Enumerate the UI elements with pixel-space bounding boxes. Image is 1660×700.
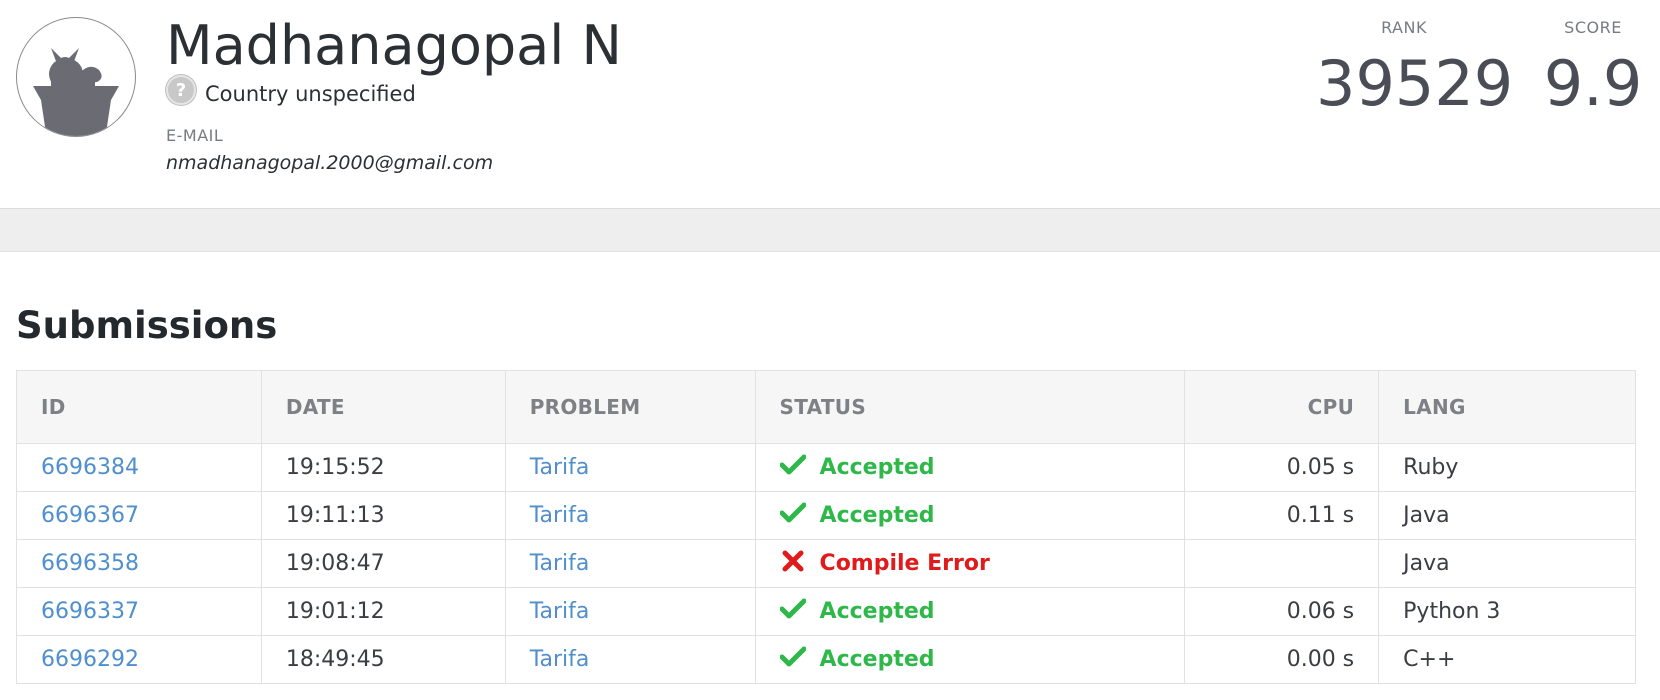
submission-lang: C++ [1378, 635, 1636, 684]
country: ? Country unspecified [166, 75, 416, 110]
submission-status-cell: Accepted [755, 635, 1186, 684]
avatar [16, 17, 136, 137]
submission-id-link[interactable]: 6696384 [41, 455, 139, 480]
submission-id-link[interactable]: 6696337 [41, 599, 139, 624]
avatar-silhouette-icon [33, 48, 119, 136]
status-badge: Compile Error [780, 550, 1161, 577]
submission-problem-cell: Tarifa [505, 635, 756, 684]
submission-lang: Java [1378, 539, 1636, 588]
column-header-problem[interactable]: PROBLEM [505, 370, 756, 444]
submission-lang: Python 3 [1378, 587, 1636, 636]
submission-problem-cell: Tarifa [505, 491, 756, 540]
separator-band [0, 209, 1660, 252]
submission-cpu [1184, 539, 1380, 588]
table-header-row: ID DATE PROBLEM STATUS CPU LANG [16, 370, 1636, 444]
submission-id-cell: 6696292 [16, 635, 262, 684]
submission-status-cell: Accepted [755, 443, 1186, 492]
submission-lang: Ruby [1378, 443, 1636, 492]
check-icon [779, 454, 807, 481]
rank-value: 39529 [1316, 47, 1514, 120]
check-icon [779, 646, 807, 673]
submission-cpu: 0.05 s [1184, 443, 1380, 492]
email-value: nmadhanagopal.2000@gmail.com [166, 152, 494, 174]
column-header-status[interactable]: STATUS [755, 370, 1186, 444]
problem-link[interactable]: Tarifa [530, 455, 590, 480]
score-stat: SCORE 9.9 [1540, 18, 1646, 119]
submission-status-cell: Accepted [755, 491, 1186, 540]
question-mark-icon: ? [166, 75, 196, 105]
profile-header: Madhanagopal N ? Country unspecified E-M… [0, 0, 1660, 209]
problem-link[interactable]: Tarifa [530, 599, 590, 624]
column-header-cpu[interactable]: CPU [1184, 370, 1380, 444]
status-badge: Accepted [779, 646, 1161, 673]
column-header-id[interactable]: ID [16, 370, 262, 444]
column-header-lang[interactable]: LANG [1378, 370, 1636, 444]
submission-id-link[interactable]: 6696367 [41, 503, 139, 528]
submissions-table: ID DATE PROBLEM STATUS CPU LANG 6696384 1… [16, 370, 1636, 684]
submission-date: 18:49:45 [261, 635, 506, 684]
submission-problem-cell: Tarifa [505, 443, 756, 492]
status-badge: Accepted [779, 454, 1161, 481]
score-label: SCORE [1564, 18, 1622, 37]
table-row: 6696384 19:15:52 Tarifa Accepted 0.05 s Ruby [16, 443, 1636, 492]
submissions-title: Submissions [16, 304, 278, 347]
score-value: 9.9 [1543, 47, 1643, 120]
submission-id-cell: 6696337 [16, 587, 262, 636]
problem-link[interactable]: Tarifa [530, 647, 590, 672]
submission-cpu: 0.00 s [1184, 635, 1380, 684]
submission-cpu: 0.11 s [1184, 491, 1380, 540]
check-icon [779, 502, 807, 529]
submission-id-cell: 6696358 [16, 539, 262, 588]
cross-icon [780, 550, 806, 577]
table-row: 6696337 19:01:12 Tarifa Accepted 0.06 s Pytho… [16, 587, 1636, 636]
table-row: 6696358 19:08:47 Tarifa Compile Error Java [16, 539, 1636, 588]
submission-id-link[interactable]: 6696358 [41, 551, 139, 576]
submission-id-cell: 6696384 [16, 443, 262, 492]
check-icon [779, 598, 807, 625]
submission-problem-cell: Tarifa [505, 587, 756, 636]
rank-label: RANK [1381, 18, 1427, 37]
status-badge: Accepted [779, 502, 1161, 529]
submission-cpu: 0.06 s [1184, 587, 1380, 636]
submission-status-cell: Accepted [755, 587, 1186, 636]
submission-problem-cell: Tarifa [505, 539, 756, 588]
email-label: E-MAIL [166, 126, 224, 145]
submission-date: 19:15:52 [261, 443, 506, 492]
submission-date: 19:11:13 [261, 491, 506, 540]
submission-status-cell: Compile Error [755, 539, 1186, 588]
rank-stat: RANK 39529 [1316, 18, 1514, 120]
problem-link[interactable]: Tarifa [530, 551, 590, 576]
status-text: Accepted [819, 503, 935, 528]
country-label: Country unspecified [205, 82, 416, 106]
submission-date: 19:08:47 [261, 539, 506, 588]
status-badge: Accepted [779, 598, 1161, 625]
submission-date: 19:01:12 [261, 587, 506, 636]
status-text: Compile Error [819, 551, 990, 576]
submission-id-cell: 6696367 [16, 491, 262, 540]
problem-link[interactable]: Tarifa [530, 503, 590, 528]
table-row: 6696292 18:49:45 Tarifa Accepted 0.00 s C++ [16, 635, 1636, 684]
status-text: Accepted [819, 647, 935, 672]
submission-id-link[interactable]: 6696292 [41, 647, 139, 672]
table-row: 6696367 19:11:13 Tarifa Accepted 0.11 s Java [16, 491, 1636, 540]
profile-name: Madhanagopal N [166, 14, 622, 77]
column-header-date[interactable]: DATE [261, 370, 506, 444]
status-text: Accepted [819, 455, 935, 480]
submission-lang: Java [1378, 491, 1636, 540]
status-text: Accepted [819, 599, 935, 624]
